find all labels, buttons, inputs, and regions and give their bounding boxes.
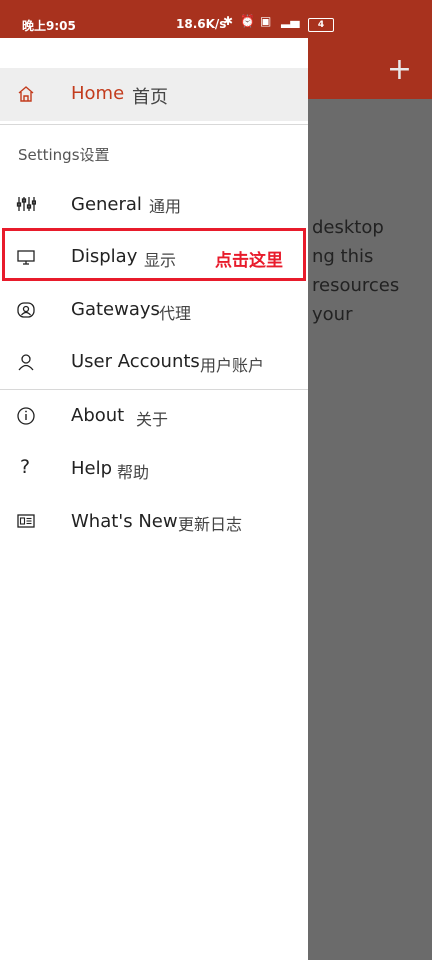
user-accounts-label-zh: 用户账户 <box>200 356 265 375</box>
user-icon <box>18 354 34 371</box>
background-content: desktop ng this resources your <box>312 213 432 329</box>
drawer-item-home[interactable]: Home 首页 <box>0 68 308 121</box>
battery-icon: 4 <box>308 18 334 32</box>
general-label-zh: 通用 <box>149 197 182 216</box>
settings-section-label: Settings <box>18 146 80 164</box>
network-speed: 18.6K/s <box>176 17 227 31</box>
news-icon <box>17 514 35 528</box>
background-line-3: resources <box>312 275 400 296</box>
drawer-item-about[interactable]: About 关于 <box>0 390 308 442</box>
background-line-4: your <box>312 304 353 325</box>
divider <box>0 124 308 125</box>
whats-new-label: What's New <box>71 511 178 532</box>
about-label: About <box>71 405 125 426</box>
sliders-icon <box>16 197 36 211</box>
drawer-item-whats-new[interactable]: What's New 更新日志 <box>0 495 308 547</box>
whats-new-label-zh: 更新日志 <box>178 515 243 534</box>
gateway-icon <box>17 302 35 318</box>
about-label-zh: 关于 <box>136 410 169 429</box>
general-label: General <box>71 194 142 215</box>
click-here-annotation: 点击这里 <box>215 251 283 271</box>
help-icon: ? <box>20 456 31 478</box>
info-icon <box>17 407 35 425</box>
settings-section-label-zh: 设置 <box>79 146 110 164</box>
settings-section-header: Settings设置 <box>18 144 110 165</box>
alarm-icon: ⏰ <box>240 14 255 28</box>
help-label-zh: 帮助 <box>117 463 150 482</box>
drawer-item-gateways[interactable]: Gateways 代理 <box>0 284 308 336</box>
status-time: 晚上9:05 <box>22 19 76 33</box>
user-accounts-label: User Accounts <box>71 351 200 372</box>
gateways-label-zh: 代理 <box>159 304 192 323</box>
drawer-item-help[interactable]: ? Help 帮助 <box>0 443 308 495</box>
home-icon <box>18 86 34 102</box>
help-label: Help <box>71 458 113 479</box>
home-label-zh: 首页 <box>132 87 168 108</box>
status-bar: 晚上9:05 18.6K/s ✱ ⏰ ▣ ▂▄ 4 <box>0 0 432 38</box>
drawer-item-user-accounts[interactable]: User Accounts 用户账户 <box>0 336 308 388</box>
background-line-2: ng this <box>312 246 374 267</box>
background-line-1: desktop <box>312 217 384 238</box>
navigation-drawer: Home 首页 Settings设置 General 通用 Display 显示 <box>0 38 308 960</box>
hd-icon: ▣ <box>260 14 272 28</box>
gateways-label: Gateways <box>71 299 160 320</box>
home-label: Home <box>71 83 125 104</box>
add-icon[interactable]: + <box>387 55 412 85</box>
signal-icon: ▂▄ <box>281 14 300 28</box>
drawer-item-general[interactable]: General 通用 <box>0 178 308 230</box>
bluetooth-icon: ✱ <box>223 14 234 28</box>
